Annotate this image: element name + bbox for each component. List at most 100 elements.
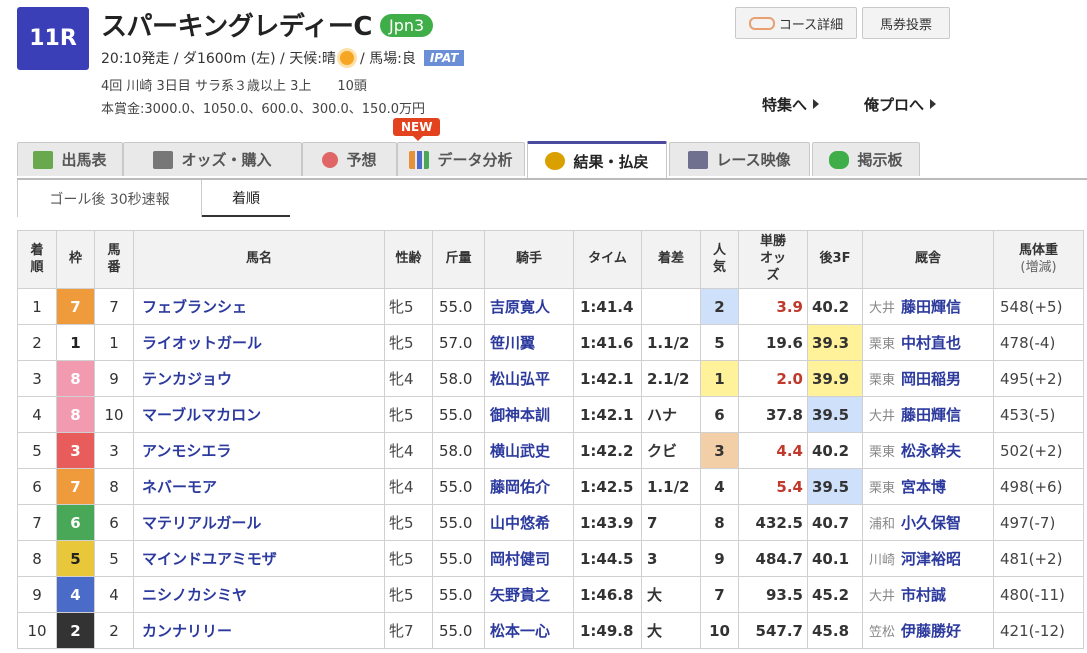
cell-jockey[interactable]: 御神本訓: [484, 396, 574, 433]
cell-odds: 93.5: [738, 576, 808, 613]
cell-time: 1:41.6: [573, 324, 642, 361]
cell-stable[interactable]: 栗東 岡田稲男: [862, 360, 994, 397]
ipat-badge[interactable]: IPAT: [423, 50, 465, 66]
cell-horse-name[interactable]: フェブランシェ: [133, 288, 385, 325]
trainer-name[interactable]: 松永幹夫: [901, 442, 961, 460]
cell-stable[interactable]: 栗東 宮本博: [862, 468, 994, 505]
cell-last3f: 40.1: [807, 540, 863, 577]
cell-stable[interactable]: 笠松 伊藤勝好: [862, 612, 994, 649]
cell-umaban: 2: [94, 612, 134, 649]
cell-margin: 大: [641, 612, 701, 649]
cell-popularity: 3: [700, 432, 739, 469]
cell-weight: 55.0: [432, 468, 485, 505]
subtab-order[interactable]: 着順: [202, 180, 290, 217]
cell-horse-name[interactable]: ニシノカシミヤ: [133, 576, 385, 613]
stable-region: 大井: [869, 301, 896, 316]
race-time-course: 20:10発走 / ダ1600m (左) / 天候:晴: [101, 51, 336, 67]
cell-sex-age: 牝5: [384, 324, 433, 361]
cell-jockey[interactable]: 松山弘平: [484, 360, 574, 397]
tab-board[interactable]: 掲示板: [812, 142, 920, 176]
cell-stable[interactable]: 栗東 中村直也: [862, 324, 994, 361]
cell-horse-name[interactable]: マインドユアミモザ: [133, 540, 385, 577]
th-waku: 枠: [56, 230, 95, 289]
cell-jockey[interactable]: 藤岡佑介: [484, 468, 574, 505]
cell-margin: 3: [641, 540, 701, 577]
table-row: 6 7 8 ネバーモア 牝4 55.0 藤岡佑介 1:42.5 1.1/2 4 5.4 39.5 栗東宮…: [17, 468, 1084, 505]
tab-race-video[interactable]: レース映像: [669, 142, 810, 176]
cell-waku: 3: [56, 432, 95, 469]
table-header-row: 着順 枠 馬番 馬名 性齢 斤量 騎手 タイム 着差 人気 単勝オッズ 後3F …: [17, 230, 1084, 289]
cell-odds: 5.4: [738, 468, 808, 505]
trainer-name[interactable]: 小久保智: [901, 514, 961, 532]
trainer-name[interactable]: 河津裕昭: [901, 550, 961, 568]
tab-data-analysis[interactable]: データ分析: [397, 142, 525, 176]
cell-body-weight: 497(-7): [993, 504, 1084, 541]
th-stable: 厩舎: [862, 230, 994, 289]
trainer-name[interactable]: 宮本博: [901, 478, 946, 496]
course-detail-label: コース詳細: [778, 17, 844, 33]
th-time: タイム: [573, 230, 642, 289]
cell-horse-name[interactable]: ライオットガール: [133, 324, 385, 361]
cell-time: 1:43.9: [573, 504, 642, 541]
bet-button[interactable]: 馬券投票: [862, 7, 950, 39]
trainer-name[interactable]: 伊藤勝好: [901, 622, 961, 640]
cell-jockey[interactable]: 笹川翼: [484, 324, 574, 361]
cell-last3f: 39.5: [807, 396, 863, 433]
cell-stable[interactable]: 大井 市村誠: [862, 576, 994, 613]
table-row: 5 3 3 アンモシエラ 牝4 58.0 横山武史 1:42.2 クビ 3 4.4 40.2 栗東 松永幹…: [17, 432, 1084, 469]
cell-popularity: 1: [700, 360, 739, 397]
tab-shutsuba[interactable]: 出馬表: [17, 142, 123, 176]
trainer-name[interactable]: 藤田輝信: [901, 406, 961, 424]
cell-umaban: 7: [94, 288, 134, 325]
cell-horse-name[interactable]: テンカジョウ: [133, 360, 385, 397]
cell-margin: 2.1/2: [641, 360, 701, 397]
trainer-name[interactable]: 中村直也: [901, 334, 961, 352]
cell-stable[interactable]: 栗東 松永幹夫: [862, 432, 994, 469]
table-row: 4 8 10 マーブルマカロン 牝5 55.0 御神本訓 1:42.1 ハナ 6 37.8 39.5 大…: [17, 396, 1084, 433]
cell-horse-name[interactable]: マーブルマカロン: [133, 396, 385, 433]
cell-popularity: 5: [700, 324, 739, 361]
cell-horse-name[interactable]: アンモシエラ: [133, 432, 385, 469]
cell-horse-name[interactable]: カンナリリー: [133, 612, 385, 649]
cell-odds: 3.9: [738, 288, 808, 325]
cell-jockey[interactable]: 山中悠希: [484, 504, 574, 541]
cell-margin: クビ: [641, 432, 701, 469]
cell-rank: 3: [17, 360, 57, 397]
tab-yosou[interactable]: 予想: [302, 142, 397, 176]
cell-jockey[interactable]: 矢野貴之: [484, 576, 574, 613]
cell-time: 1:42.5: [573, 468, 642, 505]
table-row: 9 4 4 ニシノカシミヤ 牝5 55.0 矢野貴之 1:46.8 大 7 93.5 45.2 大井 市村…: [17, 576, 1084, 613]
trainer-name[interactable]: 岡田稲男: [901, 370, 961, 388]
tokushu-link[interactable]: 特集へ: [762, 94, 820, 115]
cell-stable[interactable]: 川崎 河津裕昭: [862, 540, 994, 577]
cell-jockey[interactable]: 横山武史: [484, 432, 574, 469]
cell-horse-name[interactable]: ネバーモア: [133, 468, 385, 505]
trainer-name[interactable]: 藤田輝信: [901, 298, 961, 316]
race-tabs: 出馬表 オッズ・購入 予想 データ分析 結果・払戻 レース映像 掲示板: [17, 141, 1087, 180]
stable-region: 笠松: [869, 625, 896, 640]
cell-margin: 1.1/2: [641, 468, 701, 505]
cell-jockey[interactable]: 岡村健司: [484, 540, 574, 577]
orepro-link[interactable]: 俺プロへ: [864, 94, 937, 115]
cell-stable[interactable]: 大井 藤田輝信: [862, 396, 994, 433]
cell-umaban: 10: [94, 396, 134, 433]
cell-umaban: 8: [94, 468, 134, 505]
subtab-goal-flash[interactable]: ゴール後 30秒速報: [17, 180, 202, 217]
stable-region: 大井: [869, 589, 896, 604]
trainer-name[interactable]: 市村誠: [901, 586, 946, 604]
course-detail-button[interactable]: コース詳細: [735, 7, 857, 39]
cell-last3f: 45.2: [807, 576, 863, 613]
cell-waku: 5: [56, 540, 95, 577]
results-table: 着順 枠 馬番 馬名 性齢 斤量 騎手 タイム 着差 人気 単勝オッズ 後3F …: [17, 230, 1084, 649]
th-name: 馬名: [133, 230, 385, 289]
cell-jockey[interactable]: 吉原寛人: [484, 288, 574, 325]
cell-horse-name[interactable]: マテリアルガール: [133, 504, 385, 541]
cell-margin: 7: [641, 504, 701, 541]
cell-jockey[interactable]: 松本一心: [484, 612, 574, 649]
tab-odds[interactable]: オッズ・購入: [123, 142, 302, 176]
th-rank: 着順: [17, 230, 57, 289]
tab-results[interactable]: 結果・払戻: [527, 141, 667, 178]
cell-stable[interactable]: 大井 藤田輝信: [862, 288, 994, 325]
cell-stable[interactable]: 浦和 小久保智: [862, 504, 994, 541]
cell-sex-age: 牝5: [384, 396, 433, 433]
